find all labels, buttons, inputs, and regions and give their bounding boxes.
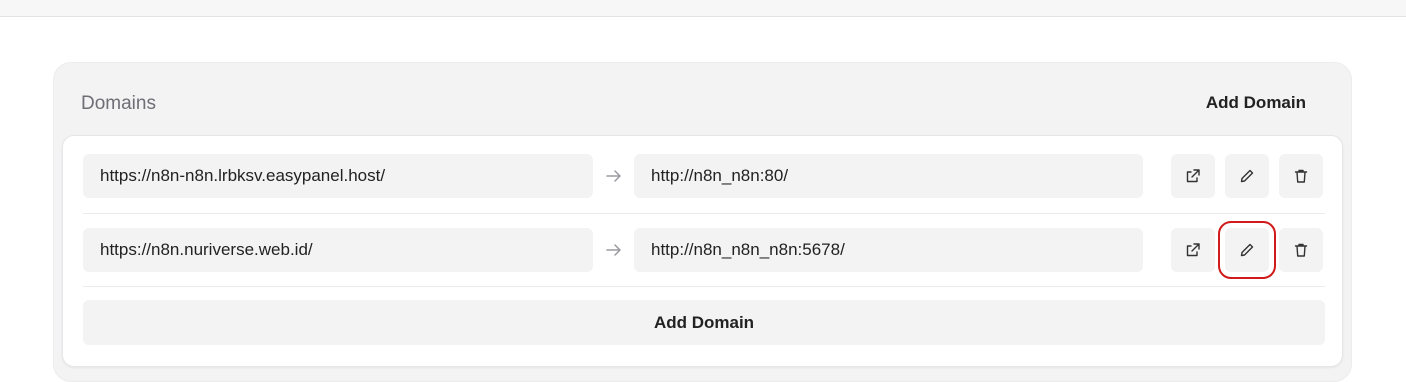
domain-row: https://n8n-n8n.lrbksv.easypanel.host/ h… xyxy=(83,140,1325,213)
arrow-right-icon xyxy=(601,228,627,272)
edit-domain-button[interactable] xyxy=(1218,221,1276,279)
list-divider xyxy=(83,286,1325,287)
open-domain-button[interactable] xyxy=(1171,154,1215,198)
domains-card: Domains Add Domain https://n8n-n8n.lrbks… xyxy=(53,62,1352,382)
source-domain-field[interactable]: https://n8n-n8n.lrbksv.easypanel.host/ xyxy=(83,154,593,198)
top-bar xyxy=(0,0,1406,17)
domain-row: https://n8n.nuriverse.web.id/ http://n8n… xyxy=(83,213,1325,286)
delete-domain-button[interactable] xyxy=(1279,228,1323,272)
delete-domain-button[interactable] xyxy=(1279,154,1323,198)
source-domain-field[interactable]: https://n8n.nuriverse.web.id/ xyxy=(83,228,593,272)
edit-domain-button[interactable] xyxy=(1225,154,1269,198)
target-service-field[interactable]: http://n8n_n8n_n8n:5678/ xyxy=(634,228,1143,272)
arrow-right-icon xyxy=(601,154,627,198)
pencil-icon xyxy=(1239,168,1255,184)
open-domain-button[interactable] xyxy=(1171,228,1215,272)
trash-icon xyxy=(1293,168,1309,184)
add-domain-button[interactable]: Add Domain xyxy=(83,300,1325,345)
domains-list: https://n8n-n8n.lrbksv.easypanel.host/ h… xyxy=(62,135,1343,367)
target-service-field[interactable]: http://n8n_n8n:80/ xyxy=(634,154,1143,198)
pencil-icon xyxy=(1239,242,1255,258)
section-title: Domains xyxy=(81,93,156,114)
trash-icon xyxy=(1293,242,1309,258)
external-link-icon xyxy=(1185,242,1201,258)
external-link-icon xyxy=(1185,168,1201,184)
add-domain-header-button[interactable]: Add Domain xyxy=(1206,93,1306,113)
